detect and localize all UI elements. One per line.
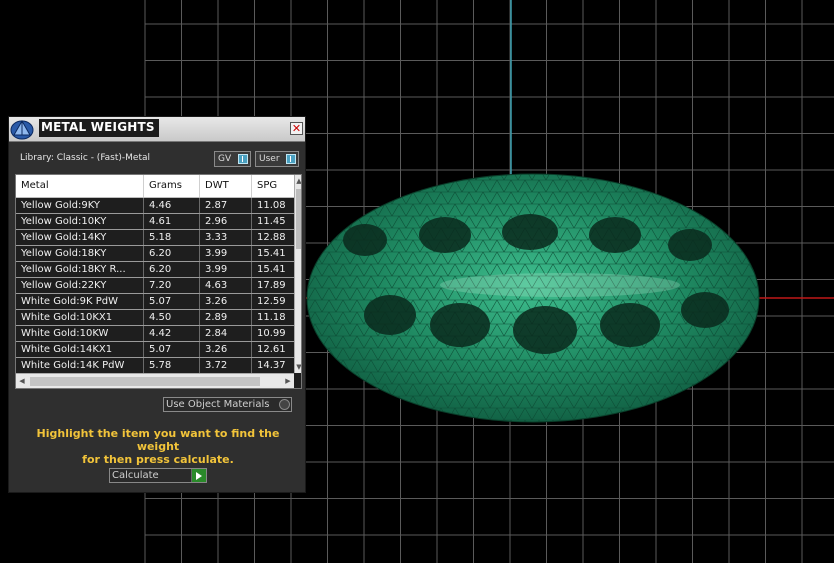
grams-cell: 4.61 [144,214,200,229]
dwt-cell: 3.33 [200,230,252,245]
horizontal-scroll-thumb[interactable] [30,377,260,386]
spg-cell: 12.88 [257,232,286,243]
toggle-knob-icon [238,154,248,164]
grams-cell: 5.07 [144,342,200,357]
metal-table[interactable]: Metal Grams DWT SPG Yellow Gold:9KY 4.46 2… [15,174,302,389]
gv-toggle-label: GV [218,154,232,164]
spg-cell: 15.41 [257,248,286,259]
table-row[interactable]: White Gold:9K PdW 5.07 3.26 12.59 [16,294,294,310]
grams-cell: 5.78 [144,358,200,373]
dwt-cell: 3.99 [200,262,252,277]
metal-cell: Yellow Gold:9KY [16,198,144,213]
metal-cell: Yellow Gold:14KY [16,230,144,245]
dwt-cell: 3.72 [200,358,252,373]
panel-title: METAL WEIGHTS [39,119,159,137]
table-row[interactable]: Yellow Gold:14KY 5.18 3.33 12.88 [16,230,294,246]
table-row[interactable]: Yellow Gold:9KY 4.46 2.87 11.08 [16,198,294,214]
use-object-materials-checkbox[interactable]: Use Object Materials [163,397,292,412]
grams-cell: 6.20 [144,246,200,261]
play-arrow-icon[interactable] [191,469,206,482]
instruction-line-1: Highlight the item you want to find the … [36,427,280,453]
table-row[interactable]: White Gold:14KX1 5.07 3.26 12.61 [16,342,294,358]
gv-toggle[interactable]: GV [214,151,251,167]
metal-weights-panel: METAL WEIGHTS ✕ Library: Classic - (Fast… [8,116,306,493]
panel-titlebar[interactable]: METAL WEIGHTS ✕ [9,117,305,142]
dwt-cell: 3.26 [200,342,252,357]
spg-cell: 12.59 [257,296,286,307]
spg-cell: 11.08 [257,200,286,211]
metal-cell: White Gold:10KX1 [16,310,144,325]
horizontal-scrollbar[interactable]: ◀ ▶ [16,373,294,388]
spg-cell: 12.61 [257,344,286,355]
grams-cell: 4.46 [144,198,200,213]
spg-cell: 10.99 [257,328,286,339]
metal-cell: Yellow Gold:22KY [16,278,144,293]
spg-cell: 11.45 [257,216,286,227]
ring-mesh [306,173,760,423]
table-header: Metal Grams DWT SPG [16,175,294,198]
table-row[interactable]: Yellow Gold:22KY 7.20 4.63 17.89 [16,278,294,294]
user-toggle[interactable]: User [255,151,299,167]
column-header-grams[interactable]: Grams [144,175,200,197]
scroll-left-icon[interactable]: ◀ [18,376,26,386]
metal-cell: Yellow Gold:18KY R... [16,262,144,277]
close-icon: ✕ [291,122,302,135]
use-object-materials-label: Use Object Materials [166,399,270,410]
table-row[interactable]: White Gold:14K PdW 5.78 3.72 14.37 [16,358,294,374]
grams-cell: 5.18 [144,230,200,245]
metal-cell: Yellow Gold:18KY [16,246,144,261]
user-toggle-label: User [259,154,280,164]
calculate-label: Calculate [112,470,159,481]
instruction-line-2: for then press calculate. [82,453,234,466]
table-row[interactable]: White Gold:10KW 4.42 2.84 10.99 [16,326,294,342]
grams-cell: 5.07 [144,294,200,309]
column-header-dwt[interactable]: DWT [200,175,252,197]
column-header-metal[interactable]: Metal [16,175,144,197]
metal-cell: White Gold:9K PdW [16,294,144,309]
close-button[interactable]: ✕ [290,122,303,135]
library-label: Library: Classic - (Fast)-Metal [20,153,151,163]
pyramid-logo-icon [10,118,34,140]
dwt-cell: 2.89 [200,310,252,325]
dwt-cell: 2.96 [200,214,252,229]
scroll-up-icon[interactable]: ▲ [295,176,301,186]
scroll-down-icon[interactable]: ▼ [295,362,301,372]
table-row[interactable]: Yellow Gold:18KY 6.20 3.99 15.41 [16,246,294,262]
metal-cell: White Gold:14K PdW [16,358,144,373]
grams-cell: 7.20 [144,278,200,293]
radio-circle-icon[interactable] [279,399,290,410]
vertical-scrollbar[interactable]: ▲ ▼ [294,175,301,373]
metal-cell: Yellow Gold:10KY [16,214,144,229]
column-header-spg[interactable]: SPG [252,175,294,197]
spg-cell: 14.37 [257,360,286,371]
table-body: Yellow Gold:9KY 4.46 2.87 11.08 Yellow Gold:… [16,198,294,374]
spg-cell: 15.41 [257,264,286,275]
spg-cell: 11.18 [257,312,286,323]
dwt-cell: 3.99 [200,246,252,261]
dwt-cell: 2.87 [200,198,252,213]
table-row[interactable]: Yellow Gold:10KY 4.61 2.96 11.45 [16,214,294,230]
grams-cell: 4.42 [144,326,200,341]
instruction-text: Highlight the item you want to find the … [17,427,299,466]
table-row[interactable]: Yellow Gold:18KY R... 6.20 3.99 15.41 [16,262,294,278]
metal-cell: White Gold:10KW [16,326,144,341]
table-row[interactable]: White Gold:10KX1 4.50 2.89 11.18 [16,310,294,326]
calculate-button[interactable]: Calculate [109,468,207,483]
toggle-knob-icon [286,154,296,164]
grams-cell: 6.20 [144,262,200,277]
grams-cell: 4.50 [144,310,200,325]
metal-cell: White Gold:14KX1 [16,342,144,357]
spg-cell: 17.89 [257,280,286,291]
vertical-scroll-thumb[interactable] [296,189,301,249]
dwt-cell: 2.84 [200,326,252,341]
scroll-right-icon[interactable]: ▶ [284,376,292,386]
dwt-cell: 3.26 [200,294,252,309]
dwt-cell: 4.63 [200,278,252,293]
